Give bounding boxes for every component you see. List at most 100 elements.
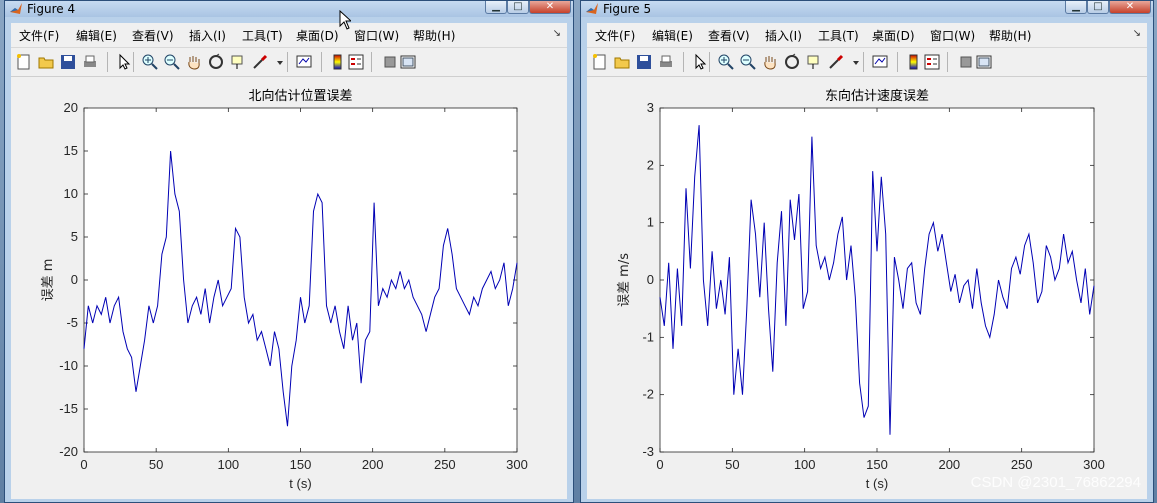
new-figure-icon[interactable] bbox=[591, 53, 609, 71]
x-tick-label: 50 bbox=[725, 457, 739, 472]
y-tick-label: 20 bbox=[64, 100, 78, 115]
zoom-out-icon[interactable] bbox=[163, 53, 181, 71]
hide-plot-tools-icon[interactable] bbox=[381, 53, 399, 71]
menu-item[interactable]: 查看(V) bbox=[132, 27, 174, 44]
line-plot: 0 50 100 150 200 250 30020151050-5-10-15-20北向估… bbox=[41, 88, 528, 491]
menu-item[interactable]: 查看(V) bbox=[708, 27, 750, 44]
pointer-icon[interactable] bbox=[691, 53, 709, 71]
toolbar-separator bbox=[709, 52, 710, 72]
rotate-3d-icon[interactable] bbox=[207, 53, 225, 71]
plot-title: 东向估计速度误差 bbox=[825, 88, 929, 104]
print-icon[interactable] bbox=[657, 53, 675, 71]
zoom-in-icon[interactable] bbox=[141, 53, 159, 71]
menu-item[interactable]: 编辑(E) bbox=[652, 27, 693, 44]
hide-plot-tools-icon[interactable] bbox=[957, 53, 975, 71]
toolbar-separator bbox=[683, 52, 684, 72]
menu-item[interactable]: 桌面(D) bbox=[872, 27, 915, 44]
colorbar-icon[interactable] bbox=[329, 53, 347, 71]
x-tick-label: 100 bbox=[794, 457, 816, 472]
menu-item[interactable]: 桌面(D) bbox=[296, 27, 339, 44]
y-tick-label: -3 bbox=[642, 444, 654, 459]
plot-area[interactable] bbox=[659, 107, 1095, 453]
plot-area[interactable] bbox=[83, 107, 518, 453]
menu-item[interactable]: 编辑(E) bbox=[76, 27, 117, 44]
toolbar-separator bbox=[371, 52, 372, 72]
rotate-3d-icon[interactable] bbox=[783, 53, 801, 71]
x-tick-label: 300 bbox=[506, 457, 528, 472]
toolbar-separator bbox=[287, 52, 288, 72]
menu-item[interactable]: 窗口(W) bbox=[354, 27, 399, 44]
y-tick-label: 0 bbox=[71, 272, 78, 287]
menu-item[interactable]: 工具(T) bbox=[818, 27, 859, 44]
minimize-button[interactable]: ▁ bbox=[485, 1, 507, 14]
data-cursor-icon[interactable] bbox=[805, 53, 823, 71]
menu-overflow-icon[interactable]: ↘ bbox=[553, 28, 561, 39]
pointer-icon[interactable] bbox=[115, 53, 133, 71]
toolbar-separator bbox=[863, 52, 864, 72]
menu-item[interactable]: 插入(I) bbox=[765, 27, 802, 44]
figure-4-window: Figure 4 ▁ □ ✕ 文件(F) 编辑(E) 查看(V) 插入(I) 工具(T)… bbox=[4, 0, 574, 503]
y-tick-label: -10 bbox=[59, 358, 78, 373]
menu-overflow-icon[interactable]: ↘ bbox=[1133, 28, 1141, 39]
x-tick-label: 50 bbox=[149, 457, 163, 472]
save-icon[interactable] bbox=[635, 53, 653, 71]
menu-item[interactable]: 文件(F) bbox=[595, 27, 635, 44]
open-file-icon[interactable] bbox=[37, 53, 55, 71]
figure-canvas: 0 50 100 150 200 250 300 3 2 1 0 -1 -2 -3 东向估计速度误差 t (s… bbox=[587, 77, 1147, 499]
x-tick-label: 250 bbox=[434, 457, 456, 472]
matlab-logo-icon bbox=[10, 3, 22, 14]
figure-5-titlebar[interactable]: Figure 5 ▁ □ ✕ bbox=[581, 1, 1153, 17]
menu-item[interactable]: 帮助(H) bbox=[413, 27, 455, 44]
close-button[interactable]: ✕ bbox=[1109, 1, 1151, 14]
toolbar-separator bbox=[947, 52, 948, 72]
brush-dropdown-icon[interactable] bbox=[271, 53, 283, 71]
watermark: CSDN @2301_76862294 bbox=[970, 474, 1141, 491]
open-file-icon[interactable] bbox=[613, 53, 631, 71]
data-cursor-icon[interactable] bbox=[229, 53, 247, 71]
menu-item[interactable]: 帮助(H) bbox=[989, 27, 1031, 44]
menu-item[interactable]: 文件(F) bbox=[19, 27, 59, 44]
maximize-button[interactable]: □ bbox=[1087, 1, 1109, 14]
legend-icon[interactable] bbox=[923, 53, 941, 71]
x-tick-label: 150 bbox=[290, 457, 312, 472]
menu-item[interactable]: 窗口(W) bbox=[930, 27, 975, 44]
zoom-in-icon[interactable] bbox=[717, 53, 735, 71]
toolbar-separator bbox=[107, 52, 108, 72]
figure-toolbar bbox=[587, 48, 1147, 77]
menu-bar: 文件(F) 编辑(E) 查看(V) 插入(I) 工具(T) 桌面(D) 窗口(W) 帮助(H)… bbox=[11, 23, 567, 48]
x-tick-label: 0 bbox=[80, 457, 87, 472]
maximize-button[interactable]: □ bbox=[507, 1, 529, 14]
y-tick-label: 1 bbox=[647, 215, 654, 230]
print-icon[interactable] bbox=[81, 53, 99, 71]
legend-icon[interactable] bbox=[347, 53, 365, 71]
matlab-logo-icon bbox=[586, 3, 598, 14]
y-tick-label: 0 bbox=[647, 272, 654, 287]
figure-4-titlebar[interactable]: Figure 4 ▁ □ ✕ bbox=[5, 1, 573, 17]
y-tick-label: -5 bbox=[66, 315, 78, 330]
show-plot-tools-icon[interactable] bbox=[975, 53, 993, 71]
colorbar-icon[interactable] bbox=[905, 53, 923, 71]
line-plot: 0 50 100 150 200 250 300 3 2 1 0 -1 -2 -3 东向估计速度误差 t (s… bbox=[617, 88, 1105, 491]
close-button[interactable]: ✕ bbox=[529, 1, 571, 14]
toolbar-separator bbox=[133, 52, 134, 72]
brush-icon[interactable] bbox=[251, 53, 269, 71]
menu-item[interactable]: 工具(T) bbox=[242, 27, 283, 44]
save-icon[interactable] bbox=[59, 53, 77, 71]
brush-icon[interactable] bbox=[827, 53, 845, 71]
pan-hand-icon[interactable] bbox=[185, 53, 203, 71]
x-axis-label: t (s) bbox=[866, 476, 888, 491]
pan-hand-icon[interactable] bbox=[761, 53, 779, 71]
new-figure-icon[interactable] bbox=[15, 53, 33, 71]
menu-item[interactable]: 插入(I) bbox=[189, 27, 226, 44]
x-tick-label: 100 bbox=[217, 457, 239, 472]
show-plot-tools-icon[interactable] bbox=[399, 53, 417, 71]
brush-dropdown-icon[interactable] bbox=[847, 53, 859, 71]
x-axis-label: t (s) bbox=[289, 476, 311, 491]
link-plot-icon[interactable] bbox=[871, 53, 889, 71]
figure-canvas: 0 50 100 150 200 250 300 20 15 10 5 0 -5 -10 -15 -20 北向估… bbox=[11, 77, 567, 499]
y-tick-label: -20 bbox=[59, 444, 78, 459]
x-tick-label: 250 bbox=[1011, 457, 1033, 472]
zoom-out-icon[interactable] bbox=[739, 53, 757, 71]
link-plot-icon[interactable] bbox=[295, 53, 313, 71]
minimize-button[interactable]: ▁ bbox=[1065, 1, 1087, 14]
